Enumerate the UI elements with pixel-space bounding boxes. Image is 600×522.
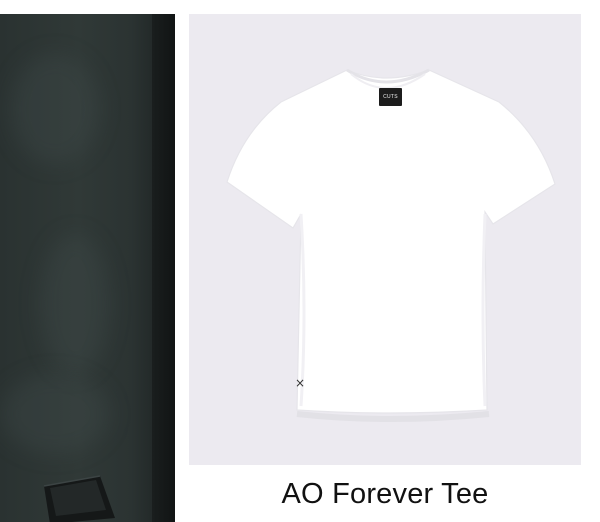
brand-tag: CUTS xyxy=(379,88,402,106)
dark-object xyxy=(43,475,115,522)
image-edge-shadow xyxy=(152,14,175,522)
product-card[interactable]: CUTS × AO Forever Tee xyxy=(189,14,581,522)
cross-mark-icon: × xyxy=(295,376,306,390)
product-image[interactable]: CUTS × xyxy=(189,14,581,465)
left-product-image[interactable] xyxy=(0,14,175,522)
product-title[interactable]: AO Forever Tee xyxy=(189,476,581,512)
texture-blotch xyxy=(0,374,110,454)
t-shirt-image xyxy=(226,68,556,422)
brand-tag-text: CUTS xyxy=(383,94,398,100)
texture-blotch xyxy=(10,54,100,164)
texture-blotch xyxy=(40,234,110,374)
